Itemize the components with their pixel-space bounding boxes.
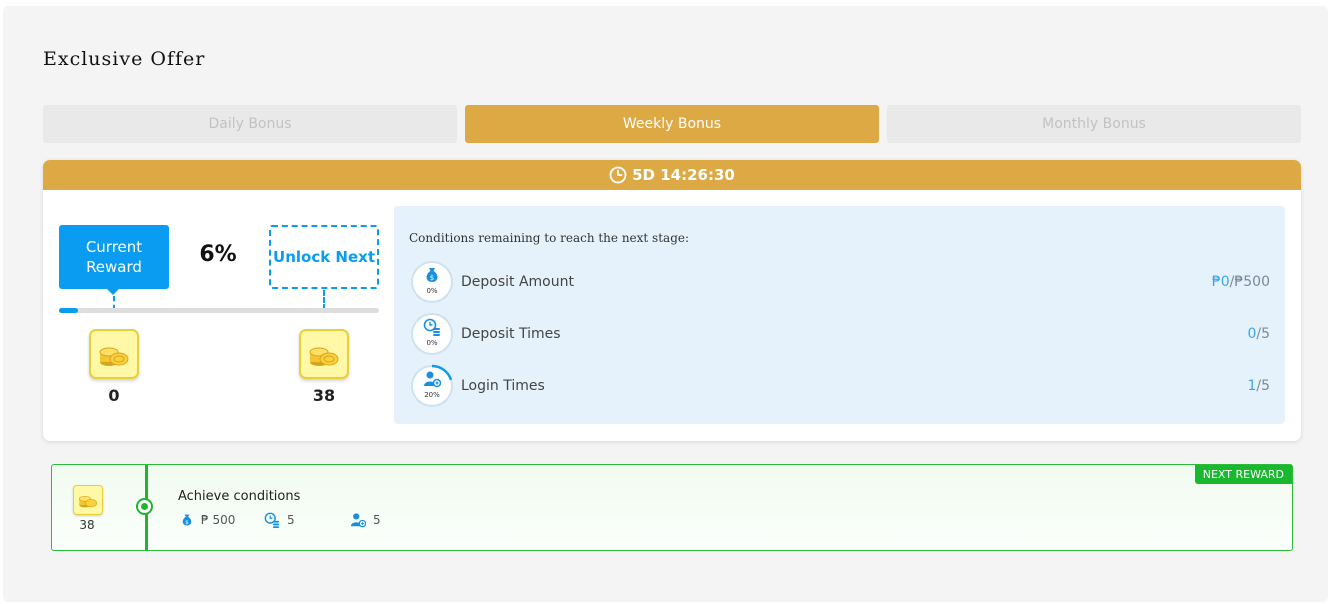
progress-percent: 6%	[199, 242, 237, 267]
next-reward-card: NEXT REWARD 38 Achieve conditions $ ₱ 50…	[51, 464, 1293, 551]
condition-label: Deposit Amount	[461, 274, 574, 290]
money-bag-icon: $	[182, 514, 192, 526]
tab-daily-bonus[interactable]: Daily Bonus	[43, 105, 457, 143]
current-reward-bubble: Current Reward	[59, 225, 169, 295]
ring-percent: 0%	[426, 339, 438, 347]
coin-stack-icon	[99, 347, 129, 366]
requirement-deposit-times: 5	[264, 512, 295, 528]
requirement-deposit-amount: $ ₱ 500	[180, 512, 235, 528]
condition-value: ₱0/₱500	[1211, 274, 1270, 290]
condition-deposit-times: 0% Deposit Times 0/5	[410, 312, 1270, 356]
clock-icon	[609, 166, 627, 184]
user-login-icon	[424, 371, 441, 388]
exclusive-offer-page: Exclusive Offer Daily Bonus Weekly Bonus…	[3, 6, 1328, 602]
coin-stack-icon	[78, 495, 98, 508]
countdown-bar: 5D 14:26:30	[43, 160, 1301, 190]
ring-percent: 20%	[424, 391, 440, 399]
condition-login-times: 20% Login Times 1/5	[410, 364, 1270, 408]
conditions-title: Conditions remaining to reach the next s…	[409, 231, 690, 245]
user-login-icon	[350, 513, 366, 528]
next-reward-amount: 38	[79, 518, 95, 532]
achieve-conditions-title: Achieve conditions	[178, 489, 301, 504]
next-reward-coin-small	[73, 485, 103, 515]
timeline-dot	[136, 498, 153, 515]
weekly-bonus-card: 5D 14:26:30 Current Reward 6% Unlock Nex…	[43, 160, 1301, 441]
page-title: Exclusive Offer	[43, 48, 206, 70]
ring-percent: 0%	[426, 287, 438, 295]
clock-coins-icon	[423, 318, 440, 336]
condition-label: Login Times	[461, 378, 545, 394]
requirement-login-times: 5	[350, 512, 381, 528]
current-reward-value: 0	[108, 386, 120, 405]
condition-value: 0/5	[1247, 326, 1270, 342]
next-pointer	[323, 290, 325, 310]
conditions-panel: Conditions remaining to reach the next s…	[394, 206, 1285, 424]
next-reward-badge: NEXT REWARD	[1194, 465, 1292, 484]
tab-monthly-bonus[interactable]: Monthly Bonus	[887, 105, 1301, 143]
condition-deposit-amount: $ 0% Deposit Amount ₱0/₱500	[410, 260, 1270, 304]
progress-fill	[59, 308, 79, 313]
countdown-text: 5D 14:26:30	[632, 166, 735, 184]
current-reward-coin	[89, 329, 139, 379]
condition-label: Deposit Times	[461, 326, 561, 342]
next-reward-value: 38	[312, 386, 336, 405]
svg-text:$: $	[430, 274, 434, 282]
next-reward-coin	[299, 329, 349, 379]
coin-stack-icon	[309, 347, 339, 366]
unlock-next-bubble: Unlock Next	[269, 225, 379, 289]
bonus-tabs: Daily Bonus Weekly Bonus Monthly Bonus	[43, 105, 1301, 143]
progress-track	[59, 308, 379, 313]
money-bag-icon: $	[426, 268, 438, 282]
condition-value: 1/5	[1247, 378, 1270, 394]
clock-coins-icon	[264, 512, 280, 528]
svg-text:$: $	[185, 520, 189, 526]
tab-weekly-bonus[interactable]: Weekly Bonus	[465, 105, 879, 143]
